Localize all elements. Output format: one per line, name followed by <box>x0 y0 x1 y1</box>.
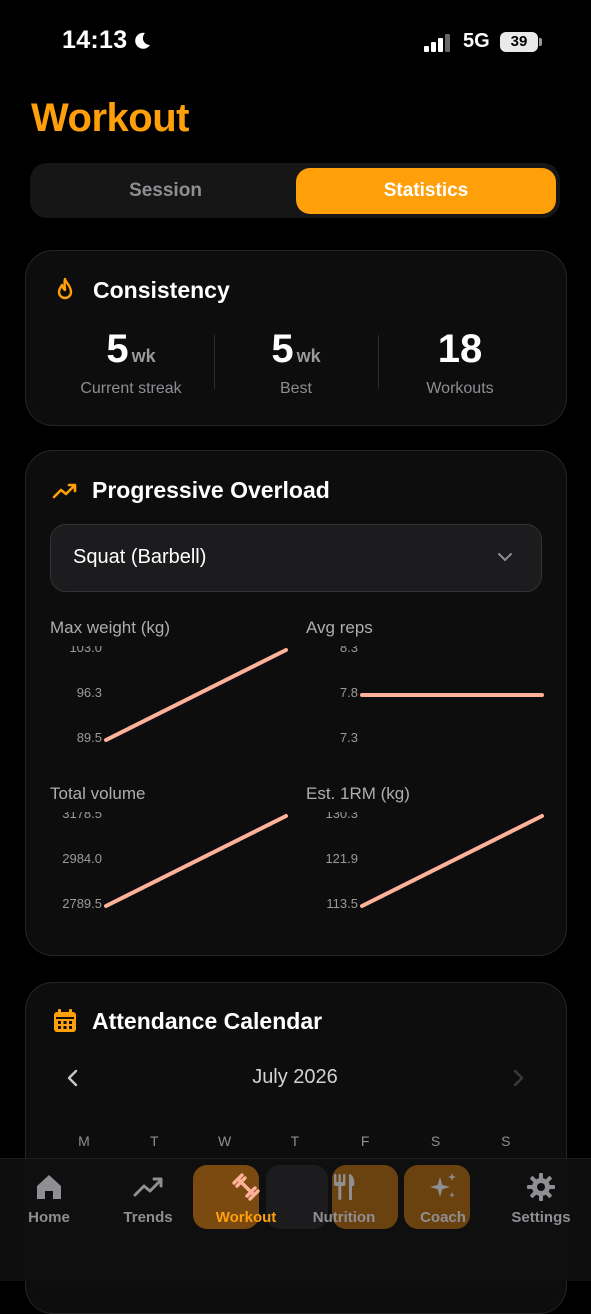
chevron-down-icon <box>498 553 512 562</box>
weekday-label: S <box>430 1133 441 1149</box>
calendar-title: Attendance Calendar <box>92 1008 323 1034</box>
y-tick-label: 96.3 <box>76 685 102 700</box>
weekday-label: T <box>290 1133 300 1149</box>
stat-label: Current streak <box>80 380 182 397</box>
y-tick-label: 130.3 <box>325 812 358 821</box>
stat-value: 5 <box>271 327 294 371</box>
stat-best: 5 wk Best <box>216 327 376 398</box>
tab-label: Home <box>28 1209 70 1226</box>
sparkles-icon <box>430 1173 456 1198</box>
tab-settings[interactable]: Settings <box>498 1171 584 1226</box>
tab-label: Trends <box>123 1209 173 1226</box>
stat-value: 5 <box>106 327 129 371</box>
consistency-card: Consistency 5 wk Current streak 5 wk Best … <box>25 250 567 426</box>
stat-value: 18 <box>437 327 483 371</box>
trending-up-icon <box>52 483 77 499</box>
y-axis-ticks: 8.3 7.8 7.3 <box>306 646 358 746</box>
calendar-month: July 2026 <box>252 1066 338 1088</box>
line-plot <box>360 693 544 697</box>
overload-title: Progressive Overload <box>92 477 330 503</box>
flame-icon <box>57 277 73 300</box>
tab-label: Settings <box>511 1209 571 1226</box>
y-tick-label: 8.3 <box>339 646 358 655</box>
y-tick-label: 89.5 <box>76 730 102 745</box>
tab-coach[interactable]: Coach <box>400 1171 486 1226</box>
gear-icon <box>527 1173 555 1201</box>
tab-home[interactable]: Home <box>6 1171 92 1226</box>
y-tick-label: 103.0 <box>69 646 102 655</box>
page-title: Workout <box>31 96 189 140</box>
exercise-select-value: Squat (Barbell) <box>73 546 207 568</box>
stat-unit: wk <box>296 346 321 366</box>
mini-chart: Max weight (kg) 103.0 96.3 89.5 <box>50 618 288 758</box>
stat-divider <box>378 335 379 389</box>
line-plot <box>104 814 288 908</box>
chevron-right-icon[interactable] <box>509 1068 527 1088</box>
network-label: 5G <box>463 30 490 52</box>
trend-icon <box>133 1177 163 1197</box>
mini-chart: Est. 1RM (kg) 130.3 121.9 113.5 <box>306 784 544 924</box>
series-line <box>104 814 288 908</box>
series-line <box>360 814 544 908</box>
y-tick-label: 3178.5 <box>62 812 102 821</box>
tab-statistics[interactable]: Statistics <box>296 168 556 214</box>
signal-icon <box>424 34 450 52</box>
chart-title: Avg reps <box>306 618 373 637</box>
y-axis-ticks: 103.0 96.3 89.5 <box>50 646 102 746</box>
status-time: 14:13 <box>62 26 128 54</box>
line-plot <box>104 648 288 742</box>
chart-title: Total volume <box>50 784 146 803</box>
weekday-label: W <box>217 1133 232 1149</box>
weekday-label: F <box>360 1133 370 1149</box>
home-icon <box>37 1175 61 1199</box>
y-tick-label: 113.5 <box>326 896 358 911</box>
stat-label: Workouts <box>426 380 494 397</box>
y-tick-label: 2984.0 <box>62 851 102 866</box>
weekday-label: M <box>78 1133 90 1149</box>
mini-chart: Avg reps 8.3 7.8 7.3 <box>306 618 544 758</box>
tab-nutrition[interactable]: Nutrition <box>301 1171 387 1226</box>
tab-label: Coach <box>420 1209 466 1226</box>
stat-current-streak: 5 wk Current streak <box>51 327 211 398</box>
battery-indicator: 39 <box>500 32 538 52</box>
y-tick-label: 2789.5 <box>62 896 102 911</box>
stat-divider <box>214 335 215 389</box>
calendar-icon <box>54 1009 76 1032</box>
weekday-label: T <box>150 1133 159 1149</box>
battery-tip <box>539 38 542 46</box>
tab-session[interactable]: Session <box>35 168 296 214</box>
tab-label: Workout <box>215 1209 277 1226</box>
tab-label: Nutrition <box>312 1209 376 1226</box>
weekday-label: S <box>501 1133 511 1149</box>
consistency-title: Consistency <box>93 277 230 303</box>
stat-unit: wk <box>131 346 156 366</box>
line-plot <box>360 814 544 908</box>
stat-workouts: 18 Workouts <box>380 327 540 398</box>
chart-title: Est. 1RM (kg) <box>306 784 410 803</box>
y-axis-ticks: 3178.5 2984.0 2789.5 <box>50 812 102 912</box>
segmented-control: Session Statistics <box>30 163 560 218</box>
moon-icon <box>135 32 150 49</box>
tab-workout[interactable]: Workout <box>203 1171 289 1226</box>
tab-trends[interactable]: Trends <box>105 1171 191 1226</box>
y-tick-label: 7.3 <box>339 730 358 745</box>
y-axis-ticks: 130.3 121.9 113.5 <box>306 812 358 912</box>
y-tick-label: 7.8 <box>339 685 358 700</box>
fork-knife-icon <box>334 1174 355 1200</box>
series-line <box>104 648 288 742</box>
stat-label: Best <box>279 380 312 397</box>
exercise-select[interactable]: Squat (Barbell) <box>50 524 542 592</box>
bottom-tab-bar: Home Trends Workout Nutrition Coach Sett… <box>0 1158 591 1281</box>
mini-chart: Total volume 3178.5 2984.0 2789.5 <box>50 784 288 924</box>
y-tick-label: 121.9 <box>325 851 358 866</box>
chevron-left-icon[interactable] <box>64 1068 82 1088</box>
dumbbell-icon <box>232 1173 260 1201</box>
chart-title: Max weight (kg) <box>50 618 170 637</box>
